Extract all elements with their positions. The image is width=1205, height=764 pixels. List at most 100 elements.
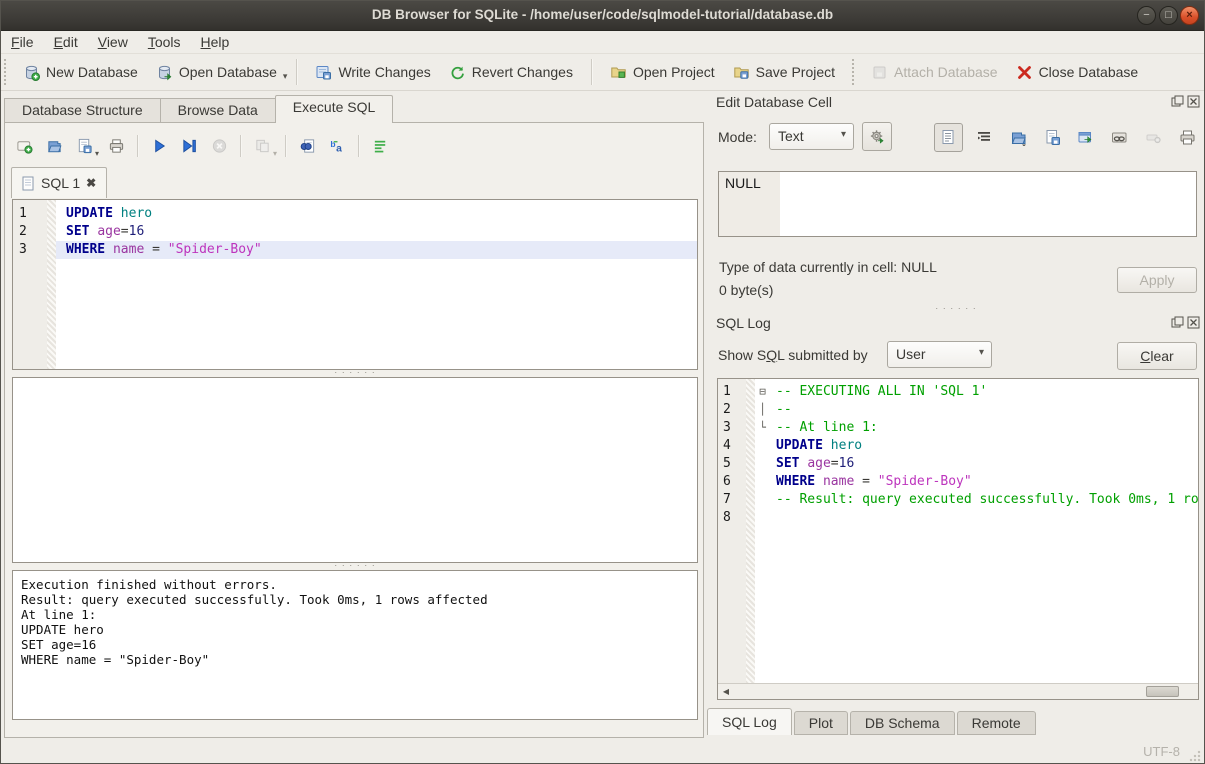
open-project-button[interactable]: Open Project bbox=[601, 59, 724, 86]
attach-database-button[interactable]: Attach Database bbox=[862, 59, 1007, 86]
stop-icon bbox=[211, 138, 228, 155]
auto-switch-mode-button[interactable] bbox=[862, 122, 892, 151]
text-mode-button[interactable] bbox=[934, 123, 963, 152]
execution-messages[interactable]: Execution finished without errors. Resul… bbox=[12, 570, 698, 720]
tab-remote[interactable]: Remote bbox=[957, 711, 1036, 735]
tab-db-schema[interactable]: DB Schema bbox=[850, 711, 955, 735]
menu-tools[interactable]: Tools bbox=[138, 32, 191, 52]
play-to-line-icon bbox=[181, 138, 198, 155]
scroll-left-icon[interactable]: ◀ bbox=[718, 684, 734, 699]
open-database-label: Open Database bbox=[179, 64, 277, 80]
close-sql-tab-icon[interactable]: ✖ bbox=[86, 176, 96, 190]
write-changes-icon bbox=[315, 64, 332, 81]
log-filter-value: User bbox=[896, 346, 926, 362]
cell-type-info: Type of data currently in cell: NULL bbox=[719, 259, 937, 275]
close-button[interactable]: × bbox=[1180, 6, 1199, 25]
minimize-button[interactable]: − bbox=[1137, 6, 1156, 25]
window-arrow-icon bbox=[1077, 129, 1094, 146]
print-cell-button[interactable] bbox=[1175, 125, 1200, 150]
import-cell-data-button[interactable] bbox=[1006, 125, 1031, 150]
tab-database-structure[interactable]: Database Structure bbox=[4, 98, 160, 123]
save-file-dropdown-icon[interactable]: ▾ bbox=[95, 149, 99, 158]
close-dock-icon[interactable] bbox=[1187, 316, 1200, 329]
cell-size-info: 0 byte(s) bbox=[719, 282, 773, 298]
save-project-button[interactable]: Save Project bbox=[724, 59, 844, 86]
tab-sql-log[interactable]: SQL Log bbox=[707, 708, 792, 735]
close-database-button[interactable]: Close Database bbox=[1007, 59, 1148, 86]
close-dock-icon[interactable] bbox=[1187, 95, 1200, 108]
results-grid[interactable] bbox=[12, 377, 698, 563]
open-database-button[interactable]: Open Database bbox=[147, 59, 286, 86]
code-line: 2SET age=16 bbox=[13, 223, 697, 241]
find-icon bbox=[299, 138, 316, 155]
menu-help[interactable]: Help bbox=[191, 32, 240, 52]
new-database-button[interactable]: New Database bbox=[14, 59, 147, 86]
main-toolbar: New Database Open Database ▾ Write Chang… bbox=[1, 54, 1204, 91]
sql-toolbar-separator bbox=[240, 135, 241, 157]
main-tab-bar: Database Structure Browse Data Execute S… bbox=[4, 95, 393, 123]
sql-editor[interactable]: 1UPDATE hero2SET age=163WHERE name = "Sp… bbox=[12, 199, 698, 370]
copy-url-button[interactable] bbox=[1107, 125, 1132, 150]
log-filter-select[interactable]: User bbox=[887, 341, 992, 368]
open-file-icon bbox=[46, 138, 63, 155]
menu-file[interactable]: File bbox=[1, 32, 44, 52]
float-dock-icon[interactable] bbox=[1171, 316, 1184, 329]
export-file-icon bbox=[1044, 129, 1061, 146]
export-cell-data-button[interactable] bbox=[1040, 125, 1065, 150]
apply-button[interactable]: Apply bbox=[1117, 267, 1197, 293]
save-project-label: Save Project bbox=[756, 64, 835, 80]
right-dock-area: Edit Database Cell Mode: Text NULL Type … bbox=[706, 91, 1205, 738]
open-database-dropdown-icon[interactable]: ▾ bbox=[283, 71, 288, 82]
cell-mode-select[interactable]: Text bbox=[769, 123, 854, 150]
sql-log-pane[interactable]: 1⊟-- EXECUTING ALL IN 'SQL 1'2│--3└-- At… bbox=[717, 378, 1199, 700]
menu-view[interactable]: View bbox=[88, 32, 138, 52]
sql-document-icon bbox=[22, 176, 35, 191]
code-line: 3└-- At line 1: bbox=[718, 419, 1198, 437]
save-sql-file-button[interactable] bbox=[71, 133, 97, 159]
code-line: 7-- Result: query executed successfully.… bbox=[718, 491, 1198, 509]
log-horizontal-scrollbar[interactable]: ◀ ▶ bbox=[718, 683, 1198, 699]
sql-1-tab[interactable]: SQL 1 ✖ bbox=[11, 167, 107, 198]
toolbar-handle[interactable] bbox=[4, 59, 9, 85]
sql-toolbar-separator bbox=[285, 135, 286, 157]
set-null-button[interactable] bbox=[1141, 125, 1166, 150]
mode-label: Mode: bbox=[718, 129, 757, 145]
write-changes-button[interactable]: Write Changes bbox=[306, 59, 439, 86]
new-database-icon bbox=[23, 64, 40, 81]
dock-splitter[interactable] bbox=[706, 307, 1205, 315]
window-title: DB Browser for SQLite - /home/user/code/… bbox=[1, 7, 1204, 22]
code-line: 1UPDATE hero bbox=[13, 205, 697, 223]
toolbar-handle[interactable] bbox=[852, 59, 857, 85]
tab-browse-data[interactable]: Browse Data bbox=[160, 98, 275, 123]
auto-format-button[interactable]: ba bbox=[324, 133, 350, 159]
menu-edit[interactable]: Edit bbox=[44, 32, 88, 52]
tab-execute-sql[interactable]: Execute SQL bbox=[275, 95, 394, 123]
cell-word-wrap-button[interactable] bbox=[972, 125, 997, 150]
maximize-button[interactable]: □ bbox=[1159, 6, 1178, 25]
close-database-icon bbox=[1016, 64, 1033, 81]
open-in-external-button[interactable] bbox=[1073, 125, 1098, 150]
sql-log-dock-header: SQL Log bbox=[716, 315, 1200, 335]
cell-value-editor[interactable]: NULL bbox=[718, 171, 1197, 237]
sql-log-title: SQL Log bbox=[716, 315, 771, 331]
open-sql-tab-button[interactable] bbox=[11, 133, 37, 159]
float-dock-icon[interactable] bbox=[1171, 95, 1184, 108]
export-results-button[interactable] bbox=[249, 133, 275, 159]
print-sql-button[interactable] bbox=[103, 133, 129, 159]
word-wrap-button[interactable] bbox=[367, 133, 393, 159]
indent-lines-icon bbox=[976, 129, 993, 146]
sql-tab-bar: SQL 1 ✖ bbox=[11, 167, 107, 198]
execute-all-button[interactable] bbox=[146, 133, 172, 159]
tab-plot[interactable]: Plot bbox=[794, 711, 848, 735]
execute-line-button[interactable] bbox=[176, 133, 202, 159]
scrollbar-thumb[interactable] bbox=[1146, 686, 1179, 697]
cell-value: NULL bbox=[719, 172, 1196, 194]
find-replace-button[interactable] bbox=[294, 133, 320, 159]
stop-execution-button[interactable] bbox=[206, 133, 232, 159]
sql-toolbar-separator bbox=[358, 135, 359, 157]
resize-grip[interactable] bbox=[1189, 750, 1201, 762]
clear-log-button[interactable]: Clear bbox=[1117, 342, 1197, 370]
menubar: FileEditViewToolsHelp bbox=[1, 31, 1204, 54]
revert-changes-button[interactable]: Revert Changes bbox=[440, 59, 582, 86]
open-sql-file-button[interactable] bbox=[41, 133, 67, 159]
